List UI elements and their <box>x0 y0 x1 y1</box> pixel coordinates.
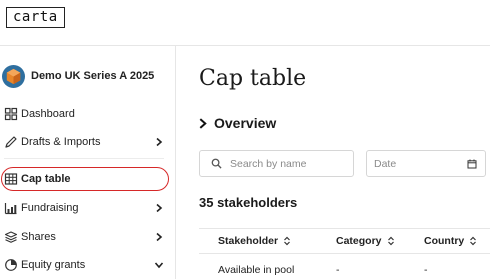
sidebar-item-shares[interactable]: Shares <box>0 226 176 248</box>
column-header-category[interactable]: Category <box>336 235 395 247</box>
calendar-icon[interactable] <box>467 159 477 169</box>
sidebar-item-label: Fundraising <box>21 202 79 214</box>
sidebar-divider <box>4 158 164 159</box>
bar-chart-icon <box>4 203 17 215</box>
column-header-label: Category <box>336 235 382 247</box>
table-cell-category: - <box>336 264 340 276</box>
search-icon <box>211 158 222 169</box>
overview-label: Overview <box>214 115 277 131</box>
date-input[interactable] <box>374 157 462 170</box>
chevron-right-icon <box>199 117 207 129</box>
sidebar-item-cap-table[interactable]: Cap table <box>0 168 176 190</box>
company-avatar-icon <box>2 64 25 88</box>
sidebar-item-label: Drafts & Imports <box>21 136 101 148</box>
date-field[interactable] <box>366 150 486 177</box>
column-header-label: Stakeholder <box>218 235 279 247</box>
sidebar-item-fundraising[interactable]: Fundraising <box>0 197 176 219</box>
sidebar-item-dashboard[interactable]: Dashboard <box>0 103 176 125</box>
carta-logo[interactable]: carta <box>6 7 65 28</box>
pencil-icon <box>5 136 17 148</box>
sidebar: Demo UK Series A 2025 Dashboard Drafts &… <box>0 46 176 279</box>
company-name: Demo UK Series A 2025 <box>31 70 155 82</box>
company-switcher[interactable]: Demo UK Series A 2025 <box>2 64 154 88</box>
pie-icon <box>5 259 17 271</box>
chevron-down-icon <box>154 262 164 269</box>
chevron-right-icon <box>156 137 163 147</box>
sidebar-item-label: Equity grants <box>21 259 86 271</box>
sort-icon <box>470 236 477 246</box>
sidebar-item-label: Cap table <box>21 173 71 185</box>
sort-icon <box>284 236 291 246</box>
top-bar: carta <box>0 0 490 46</box>
table-icon <box>4 173 18 185</box>
column-header-label: Country <box>424 235 465 247</box>
stack-icon <box>4 231 18 243</box>
table-cell-country: - <box>424 264 428 276</box>
page-title: Cap table <box>199 66 307 91</box>
table-cell-stakeholder: Available in pool <box>218 264 295 276</box>
search-field[interactable] <box>199 150 354 177</box>
table-row[interactable]: Available in pool - - <box>199 254 490 279</box>
overview-toggle[interactable]: Overview <box>197 115 276 131</box>
column-header-country[interactable]: Country <box>424 235 477 247</box>
chevron-right-icon <box>156 232 163 242</box>
chevron-right-icon <box>156 203 163 213</box>
search-input[interactable] <box>230 157 350 170</box>
table-header: Stakeholder Category Country <box>199 228 490 254</box>
sidebar-item-label: Shares <box>21 231 56 243</box>
grid-icon <box>4 107 18 121</box>
sidebar-item-equity-grants[interactable]: Equity grants <box>0 254 176 276</box>
sort-icon <box>387 236 394 246</box>
sidebar-item-label: Dashboard <box>21 108 75 120</box>
stakeholder-count: 35 stakeholders <box>199 195 298 210</box>
main-content: Cap table Overview 35 stakeholders Stake… <box>177 46 490 279</box>
column-header-stakeholder[interactable]: Stakeholder <box>218 235 291 247</box>
sidebar-item-drafts-imports[interactable]: Drafts & Imports <box>0 131 176 153</box>
